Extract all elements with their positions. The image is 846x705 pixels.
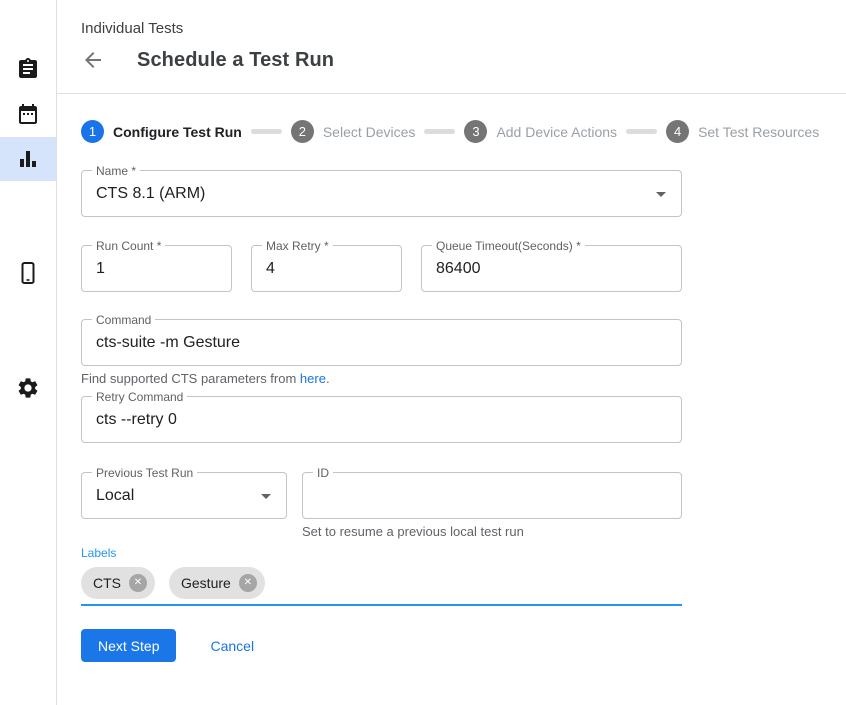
sidebar-item-settings[interactable] — [0, 366, 56, 410]
next-step-button[interactable]: Next Step — [81, 629, 176, 662]
previous-run-row: Previous Test Run Local ID Set to resume… — [81, 472, 682, 539]
back-button[interactable] — [81, 48, 105, 72]
chip-remove-icon[interactable]: ✕ — [239, 574, 257, 592]
chevron-down-icon — [261, 494, 271, 499]
label-chip[interactable]: CTS ✕ — [81, 567, 155, 599]
cancel-button[interactable]: Cancel — [210, 638, 254, 654]
chevron-down-icon — [656, 192, 666, 197]
cts-parameters-link[interactable]: here — [300, 371, 326, 386]
title-row: Schedule a Test Run — [81, 46, 846, 74]
step-label: Select Devices — [323, 124, 416, 140]
step-connector — [251, 129, 282, 134]
calendar-icon — [16, 102, 40, 126]
chip-remove-icon[interactable]: ✕ — [129, 574, 147, 592]
step-set-test-resources[interactable]: 4 Set Test Resources — [666, 120, 819, 143]
labels-focus-underline — [81, 604, 682, 606]
page-title: Schedule a Test Run — [137, 49, 334, 72]
sidebar-item-devices[interactable] — [0, 251, 56, 295]
run-count-field[interactable]: Run Count * 1 — [81, 245, 232, 292]
sidebar-item-test-results[interactable] — [0, 137, 56, 181]
configure-test-run-form: Name * CTS 8.1 (ARM) Run Count * 1 Max R… — [81, 170, 682, 662]
max-retry-label: Max Retry * — [262, 239, 333, 253]
arrow-back-icon — [81, 60, 105, 75]
previous-test-run-label: Previous Test Run — [92, 466, 197, 480]
sidebar-item-schedules[interactable] — [0, 92, 56, 136]
label-chip[interactable]: Gesture ✕ — [169, 567, 265, 599]
max-retry-field[interactable]: Max Retry * 4 — [251, 245, 402, 292]
id-helper: Set to resume a previous local test run — [302, 524, 682, 539]
smartphone-icon — [16, 261, 40, 285]
step-connector — [626, 129, 657, 134]
step-label: Configure Test Run — [113, 124, 242, 140]
step-label: Set Test Resources — [698, 124, 819, 140]
retry-command-label: Retry Command — [92, 390, 187, 404]
run-count-value: 1 — [96, 260, 105, 278]
id-label: ID — [313, 466, 333, 480]
step-number: 1 — [81, 120, 104, 143]
name-value: CTS 8.1 (ARM) — [96, 185, 205, 203]
labels-section: Labels CTS ✕ Gesture ✕ — [81, 546, 682, 606]
step-add-device-actions[interactable]: 3 Add Device Actions — [464, 120, 617, 143]
breadcrumb: Individual Tests — [81, 0, 846, 37]
id-field[interactable]: ID — [302, 472, 682, 519]
labels-label: Labels — [81, 546, 682, 560]
command-field[interactable]: Command cts-suite -m Gesture — [81, 319, 682, 366]
step-number: 4 — [666, 120, 689, 143]
header-divider — [57, 93, 846, 94]
step-connector — [424, 129, 455, 134]
command-helper: Find supported CTS parameters from here. — [81, 371, 682, 386]
step-select-devices[interactable]: 2 Select Devices — [291, 120, 416, 143]
max-retry-value: 4 — [266, 260, 275, 278]
sidebar-item-test-plans[interactable] — [0, 47, 56, 91]
gear-icon — [16, 376, 40, 400]
command-label: Command — [92, 313, 155, 327]
name-label: Name * — [92, 164, 140, 178]
previous-test-run-value: Local — [96, 487, 134, 505]
previous-test-run-select[interactable]: Previous Test Run Local — [81, 472, 287, 519]
bar-chart-icon — [16, 147, 40, 171]
command-helper-text: Find supported CTS parameters from — [81, 371, 300, 386]
sidebar — [0, 0, 57, 705]
retry-command-field[interactable]: Retry Command cts --retry 0 — [81, 396, 682, 443]
stepper: 1 Configure Test Run 2 Select Devices 3 … — [81, 120, 846, 143]
queue-timeout-value: 86400 — [436, 260, 481, 278]
labels-chip-list[interactable]: CTS ✕ Gesture ✕ — [81, 567, 682, 599]
step-number: 2 — [291, 120, 314, 143]
clipboard-icon — [16, 57, 40, 81]
queue-timeout-label: Queue Timeout(Seconds) * — [432, 239, 585, 253]
step-number: 3 — [464, 120, 487, 143]
app-window: Individual Tests Schedule a Test Run 1 C… — [0, 0, 846, 705]
name-select[interactable]: Name * CTS 8.1 (ARM) — [81, 170, 682, 217]
chip-text: Gesture — [181, 575, 231, 591]
step-configure-test-run[interactable]: 1 Configure Test Run — [81, 120, 242, 143]
chip-text: CTS — [93, 575, 121, 591]
count-row: Run Count * 1 Max Retry * 4 Queue Timeou… — [81, 245, 682, 292]
command-helper-period: . — [326, 371, 330, 386]
step-label: Add Device Actions — [496, 124, 617, 140]
queue-timeout-field[interactable]: Queue Timeout(Seconds) * 86400 — [421, 245, 682, 292]
run-count-label: Run Count * — [92, 239, 165, 253]
command-value: cts-suite -m Gesture — [96, 334, 240, 352]
retry-command-value: cts --retry 0 — [96, 411, 177, 429]
main-content: Individual Tests Schedule a Test Run 1 C… — [57, 0, 846, 705]
id-column: ID Set to resume a previous local test r… — [302, 472, 682, 539]
form-actions: Next Step Cancel — [81, 629, 682, 662]
